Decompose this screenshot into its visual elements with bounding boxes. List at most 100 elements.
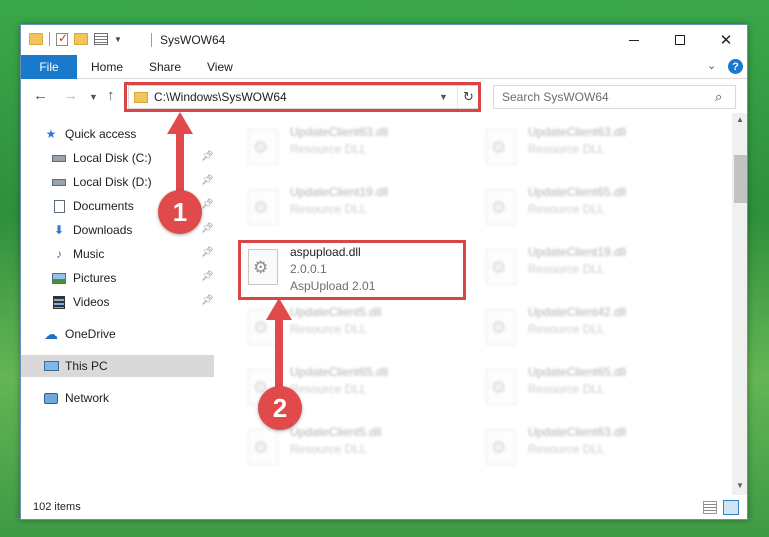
pin-icon[interactable]: 📌︎ — [201, 295, 214, 306]
dll-file-icon — [486, 369, 516, 405]
nav-item-label: Documents — [73, 199, 134, 213]
step-badge-1: 1 — [158, 190, 202, 234]
dll-file-icon — [486, 129, 516, 165]
nav-item-label: Music — [73, 247, 105, 261]
address-highlight-box — [124, 82, 481, 112]
file-name: UpdateClient19.dll — [290, 185, 389, 199]
pin-icon[interactable]: 📌︎ — [201, 271, 214, 282]
nav-item-label: Pictures — [73, 271, 117, 285]
nav-item-local-disk-c[interactable]: Local Disk (C:) 📌︎ — [21, 147, 214, 169]
file-type: Resource DLL — [528, 142, 605, 156]
properties-icon[interactable] — [94, 33, 108, 45]
file-item[interactable]: UpdateClient19.dll Resource DLL — [240, 183, 470, 237]
pin-icon[interactable]: 📌︎ — [201, 247, 214, 258]
file-type: Resource DLL — [290, 142, 367, 156]
vertical-scrollbar[interactable]: ▲ ▼ — [732, 113, 747, 495]
nav-item-label: This PC — [65, 359, 108, 373]
back-arrow-icon[interactable]: ← — [33, 87, 48, 104]
maximize-button[interactable] — [657, 25, 703, 55]
forward-arrow-icon[interactable]: → — [63, 87, 78, 104]
dll-file-icon — [486, 309, 516, 345]
file-item[interactable]: UpdateClient42.dll Resource DLL — [478, 303, 708, 357]
tiles-view-icon[interactable] — [723, 500, 739, 515]
file-type: Resource DLL — [290, 202, 367, 216]
close-button[interactable]: ✕ — [703, 25, 747, 55]
file-highlight-box — [238, 240, 466, 300]
new-folder-icon[interactable] — [74, 33, 88, 45]
cloud-icon: ☁ — [44, 325, 58, 342]
recent-locations-chevron-icon[interactable]: ▼ — [89, 92, 98, 102]
nav-item-label: Quick access — [65, 127, 137, 141]
tab-view[interactable]: View — [207, 55, 233, 79]
scroll-up-arrow-icon[interactable]: ▲ — [736, 115, 744, 124]
computer-icon — [43, 359, 59, 373]
file-item[interactable]: UpdateClient63.dll Resource DLL — [240, 123, 470, 177]
search-input[interactable] — [494, 86, 709, 108]
nav-item-label: OneDrive — [65, 327, 116, 341]
up-arrow-icon[interactable]: ↑ — [107, 87, 115, 104]
file-type: Resource DLL — [528, 262, 605, 276]
nav-item-label: Local Disk (D:) — [73, 175, 152, 189]
drive-icon — [51, 151, 67, 165]
nav-item-onedrive[interactable]: ☁ OneDrive — [21, 323, 214, 345]
file-type: Resource DLL — [528, 322, 605, 336]
nav-item-pictures[interactable]: Pictures 📌︎ — [21, 267, 214, 289]
folder-icon[interactable] — [29, 33, 43, 45]
tab-file[interactable]: File — [21, 55, 77, 79]
search-box[interactable]: ⌕ — [493, 85, 736, 109]
drive-icon — [51, 175, 67, 189]
help-icon[interactable]: ? — [728, 59, 743, 74]
file-list: UpdateClient63.dll Resource DLL UpdateCl… — [228, 119, 733, 495]
tab-share[interactable]: Share — [149, 55, 181, 79]
dll-file-icon — [248, 189, 278, 225]
properties-check-icon[interactable] — [56, 31, 68, 46]
file-type: Resource DLL — [528, 382, 605, 396]
pin-icon[interactable]: 📌︎ — [201, 151, 214, 162]
documents-icon — [51, 199, 67, 213]
nav-item-label: Videos — [73, 295, 110, 309]
file-item[interactable]: UpdateClient19.dll Resource DLL — [478, 243, 708, 297]
dll-file-icon — [486, 189, 516, 225]
star-icon: ★ — [45, 127, 57, 141]
file-type: Resource DLL — [528, 442, 605, 456]
nav-item-network[interactable]: Network — [21, 387, 214, 409]
dll-file-icon — [248, 429, 278, 465]
title-divider — [151, 33, 152, 47]
file-name: UpdateClient42.dll — [528, 305, 627, 319]
file-type: Resource DLL — [290, 322, 367, 336]
file-item[interactable]: UpdateClient65.dll Resource DLL — [478, 183, 708, 237]
pin-icon[interactable]: 📌︎ — [201, 175, 214, 186]
status-bar: 102 items — [21, 497, 747, 519]
scroll-down-arrow-icon[interactable]: ▼ — [736, 481, 744, 490]
customize-toolbar-chevron-icon[interactable]: ▼ — [114, 35, 122, 44]
file-item[interactable]: UpdateClient63.dll Resource DLL — [478, 123, 708, 177]
file-item[interactable]: UpdateClient5.dll Resource DLL — [240, 423, 470, 477]
file-item[interactable]: UpdateClient65.dll Resource DLL — [478, 363, 708, 417]
quick-access-toolbar: ▼ — [29, 31, 122, 46]
search-icon[interactable]: ⌕ — [715, 89, 722, 105]
dll-file-icon — [486, 249, 516, 285]
nav-item-label: Local Disk (C:) — [73, 151, 152, 165]
nav-item-videos[interactable]: Videos 📌︎ — [21, 291, 214, 313]
dll-file-icon — [486, 429, 516, 465]
pin-icon[interactable]: 📌︎ — [201, 199, 214, 210]
file-item[interactable]: UpdateClient63.dll Resource DLL — [478, 423, 708, 477]
nav-item-this-pc[interactable]: This PC — [21, 355, 214, 377]
toolbar-divider — [49, 32, 50, 46]
videos-icon — [51, 295, 67, 309]
file-type: Resource DLL — [290, 442, 367, 456]
nav-item-music[interactable]: ♪ Music 📌︎ — [21, 243, 214, 265]
pin-icon[interactable]: 📌︎ — [201, 223, 214, 234]
minimize-icon — [629, 39, 639, 41]
details-view-icon[interactable] — [703, 501, 717, 514]
file-name: UpdateClient65.dll — [290, 365, 389, 379]
file-name: UpdateClient63.dll — [528, 425, 627, 439]
item-count: 102 items — [33, 501, 81, 513]
scrollbar-thumb[interactable] — [734, 155, 747, 203]
minimize-button[interactable] — [611, 25, 657, 55]
close-icon: ✕ — [719, 32, 733, 49]
expand-ribbon-chevron-icon[interactable]: ⌄ — [707, 59, 716, 72]
file-name: UpdateClient5.dll — [290, 305, 382, 319]
step-badge-2: 2 — [258, 386, 302, 430]
tab-home[interactable]: Home — [91, 55, 123, 79]
